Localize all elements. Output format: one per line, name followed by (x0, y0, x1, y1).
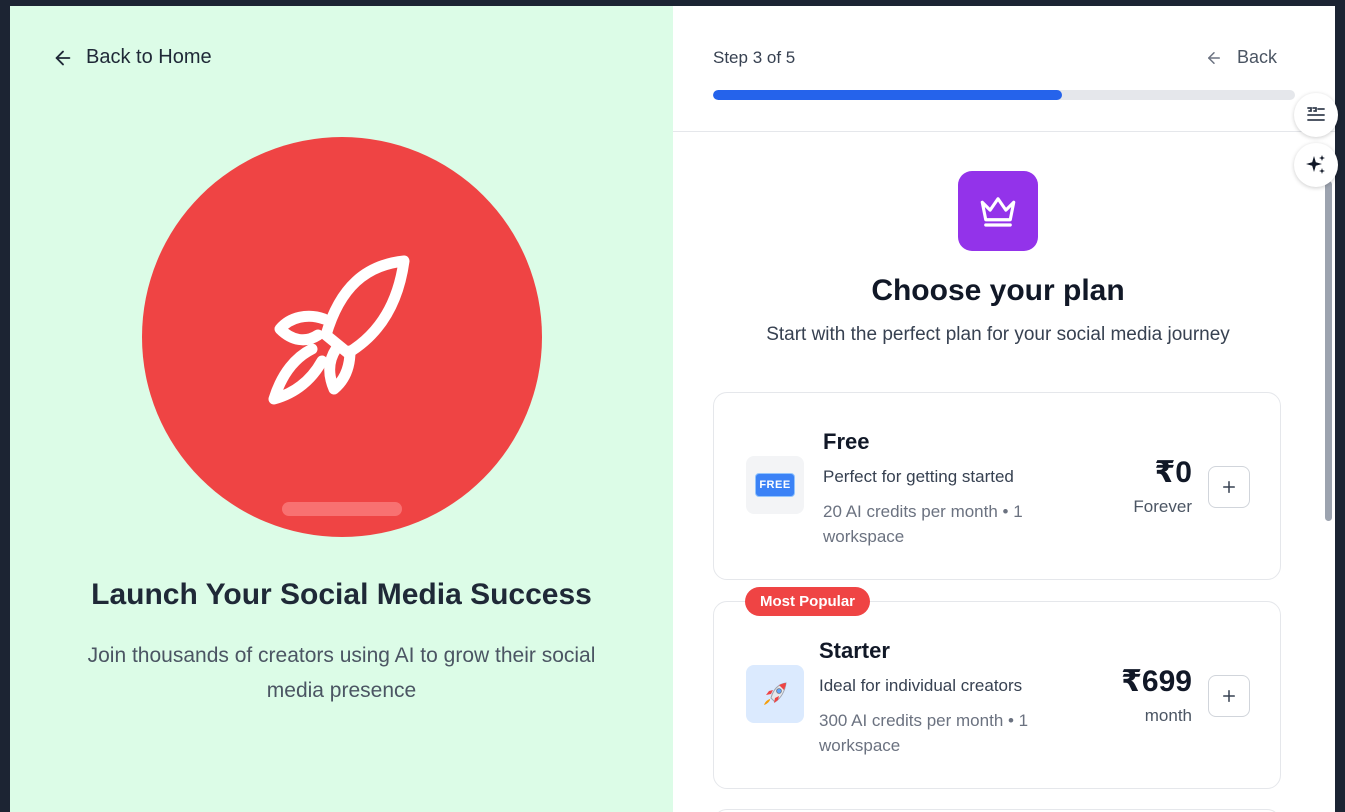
progress-bar (713, 90, 1295, 100)
hero-subtitle: Join thousands of creators using AI to g… (87, 644, 596, 702)
app-window: Back to Home Launch Your Social Media Su… (10, 6, 1335, 812)
ai-sparkle-button[interactable] (1294, 143, 1338, 187)
free-badge-icon: FREE (755, 473, 795, 497)
page-subtitle: Start with the perfect plan for your soc… (766, 324, 1230, 345)
hero-circle (142, 137, 542, 537)
hero-shadow-pill (282, 502, 402, 516)
plus-icon (1223, 690, 1235, 702)
back-to-home-link[interactable]: Back to Home (52, 46, 212, 69)
back-label: Back (1237, 47, 1278, 67)
free-plan-icon: FREE (746, 456, 804, 514)
starter-plan-icon (746, 665, 804, 723)
plan-price: ₹0 (1154, 456, 1192, 489)
plan-period: Forever (1133, 497, 1192, 516)
plan-card-free[interactable]: FREE Free Perfect for getting started 20… (713, 392, 1281, 580)
plan-description: Ideal for individual creators (819, 676, 1023, 695)
back-to-home-label: Back to Home (86, 46, 212, 68)
select-free-plan-button[interactable] (1208, 466, 1250, 508)
plan-details: 20 AI credits per month • 1 workspace (823, 502, 1023, 546)
step-indicator: Step 3 of 5 (713, 48, 796, 67)
arrow-left-icon (1208, 51, 1220, 64)
scrollbar-thumb[interactable] (1325, 181, 1332, 521)
rocket-icon (268, 255, 410, 405)
arrow-left-icon (55, 50, 71, 65)
plan-description: Perfect for getting started (823, 467, 1014, 486)
reader-tool-button[interactable] (1294, 93, 1338, 137)
hero-title: Launch Your Social Media Success (91, 578, 592, 611)
progress-fill (713, 90, 1063, 100)
hero-panel: Back to Home Launch Your Social Media Su… (10, 6, 673, 812)
plan-name: Free (823, 429, 870, 454)
page-title: Choose your plan (871, 274, 1125, 307)
crown-icon-box (958, 171, 1038, 251)
plan-period: month (1144, 706, 1192, 725)
plan-card-starter[interactable]: Starter Ideal for individual creators 30… (713, 601, 1281, 789)
plan-name: Starter (819, 638, 890, 663)
sparkles-icon (1306, 155, 1325, 174)
plan-details: 300 AI credits per month • 1 workspace (819, 711, 1029, 755)
plan-panel: Step 3 of 5 Back Choose your plan Start … (673, 6, 1335, 812)
step-header: Step 3 of 5 Back (673, 6, 1335, 132)
most-popular-badge: Most Popular (745, 587, 871, 616)
plus-icon (1223, 481, 1235, 493)
crown-icon (980, 197, 1016, 227)
back-button[interactable]: Back (1205, 47, 1277, 68)
rocket-emoji-icon (764, 682, 787, 705)
plan-price: ₹699 (1121, 665, 1192, 698)
select-starter-plan-button[interactable] (1208, 675, 1250, 717)
quote-list-icon (1307, 107, 1325, 121)
